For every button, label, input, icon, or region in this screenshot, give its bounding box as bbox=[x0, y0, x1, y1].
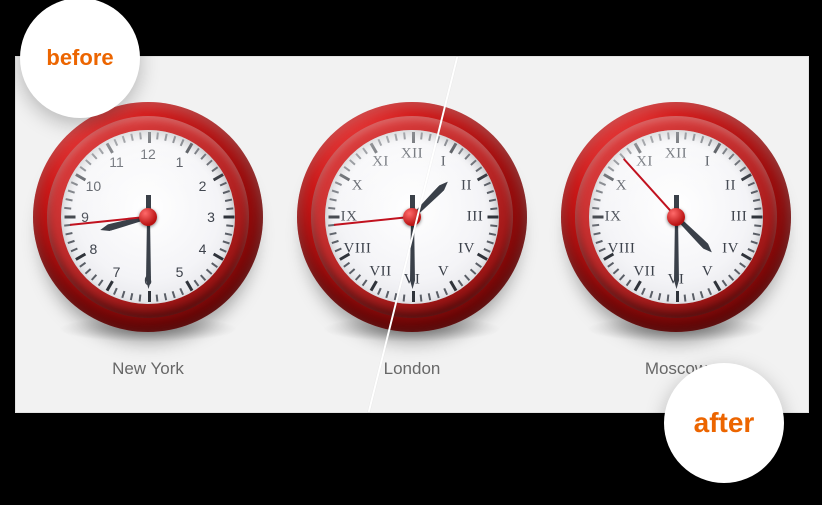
clock-numeral: 4 bbox=[199, 241, 207, 257]
clock-numeral: IV bbox=[722, 240, 739, 257]
clock-numeral: VII bbox=[633, 263, 655, 280]
clock-numeral: 2 bbox=[199, 178, 207, 194]
clock-london: XIIIIIIIIIVVVIVIIVIIIIXXXI bbox=[297, 102, 527, 332]
before-badge-text: before bbox=[46, 45, 113, 71]
city-label: Moscow bbox=[545, 359, 806, 379]
clock-numeral: XII bbox=[401, 146, 423, 163]
clock-numeral: I bbox=[441, 154, 447, 171]
clock-numeral: XI bbox=[636, 154, 653, 171]
city-label: London bbox=[281, 359, 542, 379]
clock-center-pin bbox=[139, 208, 157, 226]
clock-numeral: II bbox=[725, 177, 736, 194]
clock-moscow: XIIIIIIIIIVVVIVIIVIIIIXXXI bbox=[561, 102, 791, 332]
clock-numeral: X bbox=[616, 177, 627, 194]
clock-numeral: 1 bbox=[176, 154, 184, 170]
clock-numeral: 5 bbox=[176, 264, 184, 280]
clock-numeral: 11 bbox=[109, 154, 124, 170]
clock-numeral: VII bbox=[369, 263, 391, 280]
clock-numeral: III bbox=[731, 209, 748, 226]
clock-row: 121234567891011XIIIIIIIIIVVVIVIIVIIIIXXX… bbox=[16, 57, 808, 367]
comparison-stage: 121234567891011XIIIIIIIIIVVVIVIIVIIIIXXX… bbox=[0, 0, 822, 505]
clock-numeral: VIII bbox=[608, 240, 636, 257]
clock-center-pin bbox=[667, 208, 685, 226]
city-label: New York bbox=[17, 359, 278, 379]
clock-numeral: 8 bbox=[90, 241, 98, 257]
clock-numeral: X bbox=[352, 177, 363, 194]
after-badge: after bbox=[664, 363, 784, 483]
before-badge: before bbox=[20, 0, 140, 118]
clock-numeral: 12 bbox=[140, 146, 156, 162]
clock-numeral: VIII bbox=[344, 240, 372, 257]
after-badge-text: after bbox=[694, 407, 755, 439]
clock-numeral: IV bbox=[458, 240, 475, 257]
clock-numeral: IX bbox=[605, 209, 622, 226]
clock-numeral: XI bbox=[372, 154, 389, 171]
clock-numeral: 10 bbox=[86, 178, 102, 194]
clock-numeral: 3 bbox=[207, 209, 215, 225]
clock-numeral: XII bbox=[665, 146, 687, 163]
clock-numeral: III bbox=[467, 209, 484, 226]
clock-numeral: V bbox=[702, 263, 713, 280]
clock-numeral: II bbox=[461, 177, 472, 194]
clock-new-york: 121234567891011 bbox=[33, 102, 263, 332]
clock-numeral: I bbox=[705, 154, 711, 171]
clock-numeral: V bbox=[438, 263, 449, 280]
clock-numeral: 7 bbox=[113, 264, 121, 280]
clock-panel: 121234567891011XIIIIIIIIIVVVIVIIVIIIIXXX… bbox=[15, 56, 809, 413]
